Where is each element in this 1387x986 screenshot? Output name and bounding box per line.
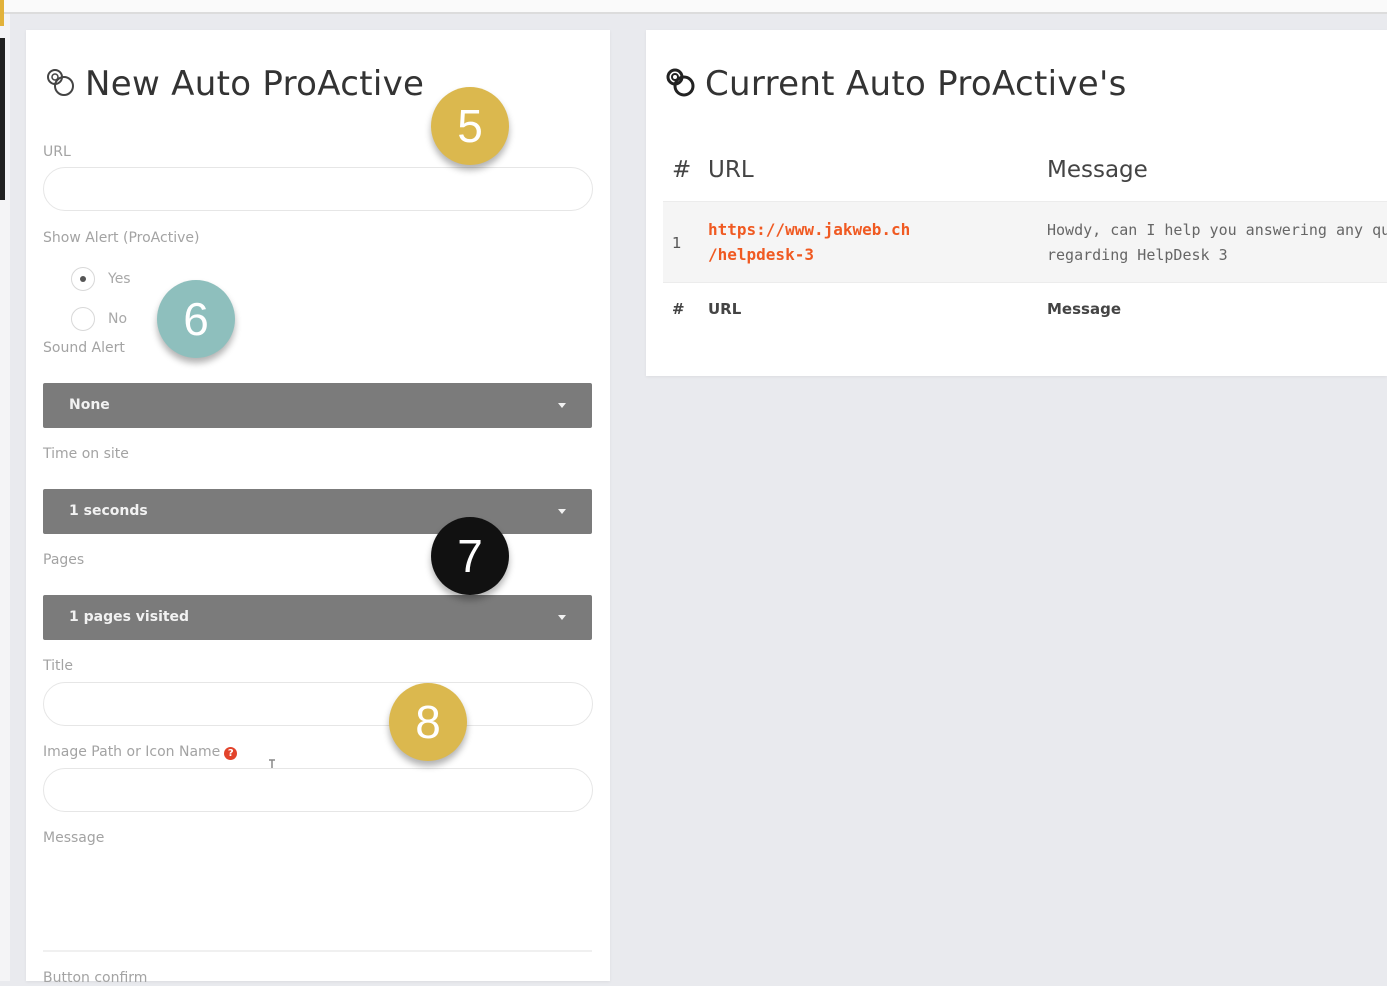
row-number: 1 [672, 234, 682, 252]
time-on-site-select[interactable]: 1 seconds [43, 489, 592, 534]
callout-badge-7: 7 [431, 517, 509, 595]
url-input[interactable] [43, 167, 593, 211]
image-path-label-row: Image Path or Icon Name? [43, 744, 238, 760]
left-accent-yellow [0, 0, 4, 26]
top-bar [0, 0, 1387, 14]
sound-alert-select[interactable]: None [43, 383, 592, 428]
row-message-line2: regarding HelpDesk 3 [1047, 246, 1228, 264]
image-path-label: Image Path or Icon Name [43, 744, 221, 760]
callout-badge-5: 5 [431, 87, 509, 165]
chevron-down-icon [558, 615, 566, 620]
divider [43, 950, 592, 952]
button-confirm-label: Button confirm [43, 970, 148, 986]
title-input[interactable] [43, 682, 593, 726]
pages-select[interactable]: 1 pages visited [43, 595, 592, 640]
pages-value: 1 pages visited [69, 609, 190, 625]
title-label: Title [43, 658, 74, 674]
link-rings-icon [43, 65, 77, 108]
col-footer-url: URL [708, 300, 742, 318]
message-label: Message [43, 830, 105, 846]
col-header-message: Message [1047, 157, 1148, 183]
show-alert-no-radio[interactable] [71, 307, 95, 331]
col-header-num: # [672, 157, 692, 183]
sound-alert-value: None [69, 397, 110, 413]
col-footer-message: Message [1047, 300, 1121, 318]
callout-badge-8: 8 [389, 683, 467, 761]
show-alert-no-label: No [108, 311, 128, 327]
help-icon[interactable]: ? [224, 747, 238, 760]
col-footer-num: # [672, 300, 685, 318]
show-alert-yes-label: Yes [108, 271, 131, 287]
left-accent-dark [0, 38, 5, 200]
link-rings-icon [663, 65, 697, 108]
time-on-site-value: 1 seconds [69, 503, 148, 519]
row-url-link-line1[interactable]: https://www.jakweb.ch [708, 220, 910, 239]
image-path-input[interactable] [43, 768, 593, 812]
chevron-down-icon [558, 403, 566, 408]
show-alert-yes-radio[interactable] [71, 267, 95, 291]
pages-label: Pages [43, 552, 85, 568]
show-alert-label: Show Alert (ProActive) [43, 230, 200, 246]
row-url-link-line2[interactable]: /helpdesk-3 [708, 245, 814, 264]
callout-badge-6: 6 [157, 280, 235, 358]
current-auto-proactive-card: Current Auto ProActive's # URL Message 1… [646, 30, 1387, 376]
col-header-url: URL [708, 157, 754, 183]
url-label: URL [43, 144, 71, 160]
sound-alert-label: Sound Alert [43, 340, 125, 356]
new-auto-proactive-card: New Auto ProActive URL Show Alert (ProAc… [26, 30, 610, 986]
current-list-title-row: Current Auto ProActive's [663, 64, 1127, 108]
page-title: New Auto ProActive [85, 64, 425, 104]
row-message-line1: Howdy, can I help you answering any qu [1047, 221, 1387, 239]
new-form-title-row: New Auto ProActive [43, 64, 424, 108]
time-on-site-label: Time on site [43, 446, 129, 462]
section-title: Current Auto ProActive's [705, 64, 1127, 104]
chevron-down-icon [558, 509, 566, 514]
